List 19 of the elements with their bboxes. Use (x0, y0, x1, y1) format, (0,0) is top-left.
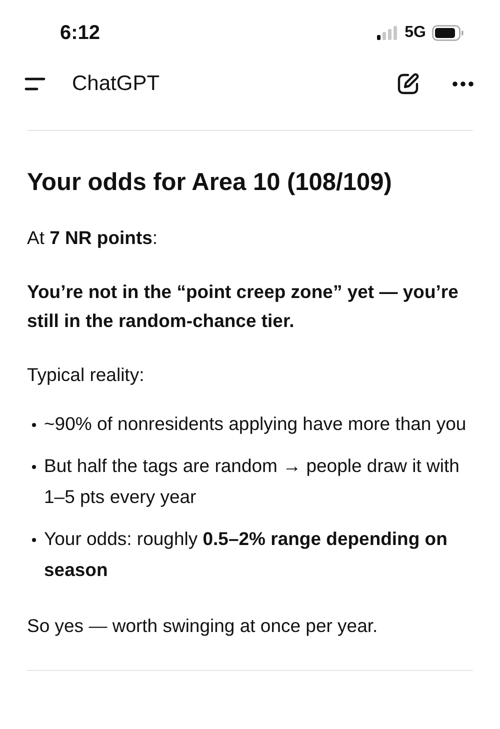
menu-icon[interactable] (24, 77, 46, 91)
paragraph: At 7 NR points: (27, 226, 159, 250)
bullet-icon (32, 465, 36, 469)
more-icon[interactable] (452, 81, 474, 87)
bullet-icon (32, 423, 36, 427)
paragraph: So yes — worth swinging at once per year. (27, 614, 379, 638)
message-heading: Your odds for Area 10 (108/109) (27, 169, 393, 197)
signal-icon (376, 26, 399, 40)
list-item: ~90% of nonresidents applying have more than you (44, 412, 468, 436)
status-time: 6:12 (60, 22, 100, 44)
pencil-icon[interactable] (396, 72, 420, 96)
list-item: But half the tags are random → people draw it with 1–5 pts every year (44, 454, 460, 509)
bullet-icon (32, 538, 36, 542)
paragraph: Typical reality: (27, 363, 146, 387)
list-item: Your odds: roughly 0.5–2% range depending on season (44, 527, 448, 582)
network-label: 5G (404, 24, 426, 42)
battery-icon (432, 25, 464, 41)
paragraph: You’re not in the “point creep zone” yet — you’re still in the random-chance tier. (27, 280, 460, 333)
app-title: ChatGPT (72, 72, 160, 96)
